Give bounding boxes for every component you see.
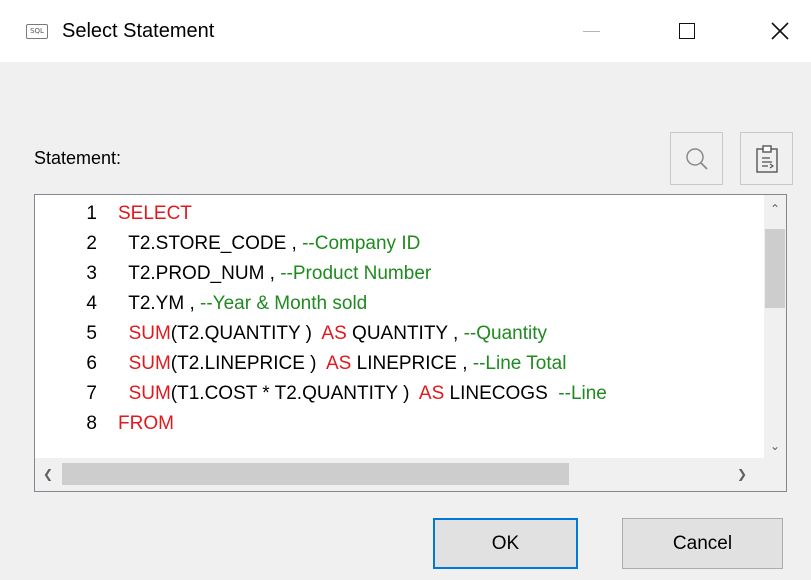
maximize-icon (679, 23, 695, 39)
ok-button[interactable]: OK (433, 518, 578, 569)
scroll-right-arrow-icon[interactable]: ❯ (733, 466, 751, 482)
sql-token: T2.YM , (118, 293, 201, 314)
sql-comment: --Line (558, 383, 607, 404)
scroll-down-arrow-icon[interactable]: ⌄ (764, 438, 786, 454)
line-number: 5 (86, 323, 97, 344)
close-icon (771, 22, 789, 40)
sql-token: (T2.LINEPRICE ) (170, 353, 326, 374)
sql-comment: --Product Number (280, 263, 432, 284)
code-line[interactable]: 6 SUM(T2.LINEPRICE ) AS LINEPRICE , --Li… (35, 349, 764, 379)
horizontal-scroll-thumb[interactable] (62, 463, 569, 485)
minimize-icon (582, 30, 600, 32)
sql-token: LINECOGS (444, 383, 559, 404)
code-text: SELECT (118, 199, 192, 229)
code-text: T2.PROD_NUM , --Product Number (118, 259, 431, 289)
line-number: 2 (86, 233, 97, 254)
scroll-left-arrow-icon[interactable]: ❮ (39, 466, 57, 482)
minimize-button[interactable] (560, 0, 622, 62)
statement-label: Statement: (34, 148, 122, 168)
code-text: SUM(T1.COST * T2.QUANTITY ) AS LINECOGS … (118, 379, 607, 409)
vertical-scroll-thumb[interactable] (765, 229, 785, 308)
sql-comment: --Company ID (302, 233, 421, 254)
code-text: T2.STORE_CODE , --Company ID (118, 229, 420, 259)
code-text: SUM(T2.LINEPRICE ) AS LINEPRICE , --Line… (118, 349, 567, 379)
sql-keyword: SUM (128, 323, 171, 344)
sql-editor[interactable]: 1 SELECT 2 T2.STORE_CODE , --Company ID 3 T… (34, 194, 787, 492)
close-button[interactable] (749, 0, 811, 62)
code-line[interactable]: 2 T2.STORE_CODE , --Company ID (35, 229, 764, 259)
title-bar: SQL Select Statement (0, 0, 811, 62)
line-number: 6 (86, 353, 97, 374)
code-text: SUM(T2.QUANTITY ) AS QUANTITY , --Quanti… (118, 319, 547, 349)
line-number: 3 (86, 263, 97, 284)
search-icon (685, 147, 708, 170)
code-text: FROM (118, 409, 174, 439)
sql-comment: --Quantity (463, 323, 548, 344)
sql-keyword: AS (418, 383, 445, 404)
sql-keyword: SELECT (118, 203, 192, 224)
cancel-button[interactable]: Cancel (622, 518, 783, 569)
sql-keyword: FROM (118, 413, 174, 434)
search-button[interactable] (670, 132, 723, 185)
code-line[interactable]: 7 SUM(T1.COST * T2.QUANTITY ) AS LINECOG… (35, 379, 764, 409)
paste-icon (755, 144, 778, 173)
scrollbar-corner (764, 458, 786, 491)
sql-keyword: SUM (128, 353, 171, 374)
sql-comment: --Year & Month sold (200, 293, 368, 314)
vertical-scrollbar[interactable]: ⌃ ⌄ (764, 195, 786, 458)
sql-keyword: SUM (128, 383, 171, 404)
sql-keyword: AS (321, 323, 347, 344)
sql-token: T2.STORE_CODE , (118, 233, 303, 254)
line-number: 7 (86, 383, 97, 404)
horizontal-scrollbar[interactable]: ❮ ❯ (35, 458, 764, 491)
code-line[interactable]: 4 T2.YM , --Year & Month sold (35, 289, 764, 319)
sql-keyword: AS (326, 353, 352, 374)
paste-button[interactable] (740, 132, 793, 185)
line-number: 4 (86, 293, 97, 314)
sql-token: (T1.COST * T2.QUANTITY ) (170, 383, 419, 404)
sql-token: T2.PROD_NUM , (118, 263, 281, 284)
code-line[interactable]: 5 SUM(T2.QUANTITY ) AS QUANTITY , --Quan… (35, 319, 764, 349)
code-line[interactable]: 8 FROM (35, 409, 764, 439)
sql-comment: --Line Total (472, 353, 567, 374)
line-number: 1 (86, 203, 97, 224)
sql-app-icon: SQL (26, 24, 48, 39)
sql-token: QUANTITY , (346, 323, 464, 344)
code-line[interactable]: 1 SELECT (35, 199, 764, 229)
maximize-button[interactable] (656, 0, 718, 62)
code-area[interactable]: 1 SELECT 2 T2.STORE_CODE , --Company ID 3 T… (35, 195, 764, 458)
scroll-up-arrow-icon[interactable]: ⌃ (764, 201, 786, 217)
code-line[interactable]: 3 T2.PROD_NUM , --Product Number (35, 259, 764, 289)
code-text: T2.YM , --Year & Month sold (118, 289, 367, 319)
sql-token: (T2.QUANTITY ) (170, 323, 322, 344)
window-title: Select Statement (62, 20, 215, 42)
sql-token: LINEPRICE , (351, 353, 473, 374)
line-number: 8 (86, 413, 97, 434)
